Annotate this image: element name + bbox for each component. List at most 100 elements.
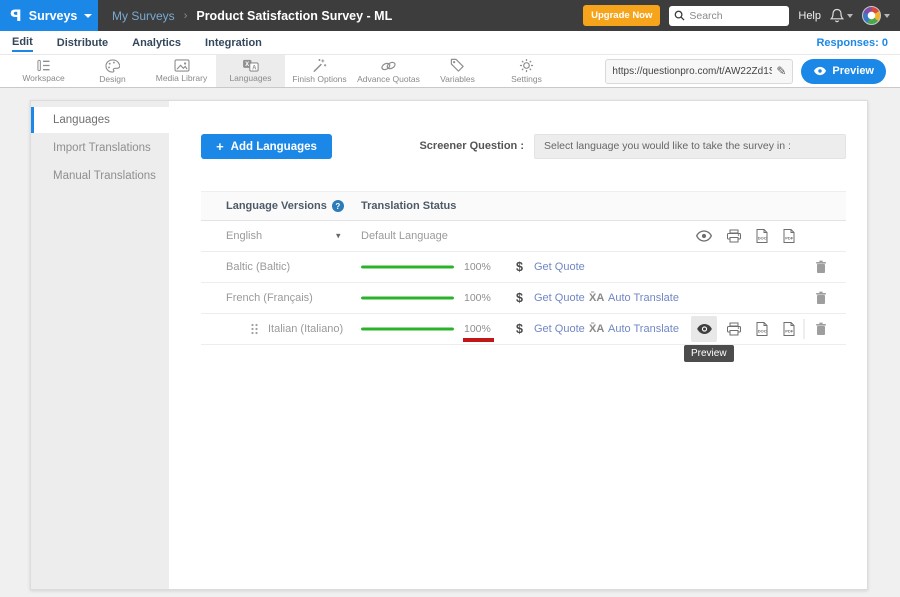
svg-text:PDF: PDF <box>785 329 794 334</box>
column-language-versions: Language Versions ? <box>226 200 344 212</box>
preview-language-button[interactable] <box>691 316 717 342</box>
delete-language-button[interactable] <box>815 291 827 305</box>
language-name: French (Français) <box>226 292 313 304</box>
eye-icon <box>696 230 713 242</box>
table-header: Language Versions ? Translation Status <box>201 191 846 221</box>
preview-language-button[interactable] <box>696 230 713 242</box>
doc-file-icon: DOC <box>755 229 769 244</box>
get-quote-link[interactable]: Get Quote <box>534 323 585 335</box>
survey-url-box[interactable]: https://questionpro.com/t/AW22Zd1S1 ✎ <box>605 59 793 84</box>
language-dropdown-caret-icon[interactable]: ▾ <box>336 231 341 242</box>
breadcrumb-my-surveys[interactable]: My Surveys <box>112 9 175 23</box>
search-input[interactable] <box>689 10 779 22</box>
export-pdf-button[interactable]: PDF <box>782 322 796 337</box>
trash-icon <box>815 322 827 336</box>
top-navbar: P Surveys My Surveys › Product Satisfact… <box>0 0 900 31</box>
tab-integration[interactable]: Integration <box>205 34 262 51</box>
toolbar-design[interactable]: Design <box>78 55 147 87</box>
language-versions-table: Language Versions ? Translation Status E… <box>201 191 846 345</box>
auto-translate-link[interactable]: Auto Translate <box>608 292 679 304</box>
translation-progress-value: 100% <box>464 292 491 304</box>
translation-progress-bar <box>361 266 454 269</box>
upgrade-now-button[interactable]: Upgrade Now <box>583 5 660 26</box>
language-name: Italian (Italiano) <box>268 323 343 335</box>
gear-icon <box>519 58 534 73</box>
preview-button[interactable]: Preview <box>801 59 886 84</box>
toolbar-label: Finish Options <box>292 74 346 84</box>
pdf-file-icon: PDF <box>782 229 796 244</box>
drag-handle[interactable] <box>251 324 258 335</box>
get-quote-link[interactable]: Get Quote <box>534 292 585 304</box>
auto-translate-link[interactable]: Auto Translate <box>608 323 679 335</box>
export-doc-button[interactable]: DOC <box>755 322 769 337</box>
magic-wand-icon <box>312 58 327 73</box>
avatar <box>862 6 881 25</box>
delete-language-button[interactable] <box>815 260 827 274</box>
toolbar-right: https://questionpro.com/t/AW22Zd1S1 ✎ Pr… <box>605 55 900 87</box>
responses-count[interactable]: Responses: 0 <box>816 37 888 49</box>
language-name: English <box>226 230 262 242</box>
add-languages-button[interactable]: + Add Languages <box>201 134 332 159</box>
trash-icon <box>815 291 827 305</box>
grip-dots-icon <box>251 324 258 335</box>
get-quote-link[interactable]: Get Quote <box>534 261 585 273</box>
svg-text:PDF: PDF <box>785 236 794 241</box>
product-switcher-menu[interactable]: P Surveys <box>0 0 98 31</box>
edit-url-icon[interactable]: ✎ <box>776 65 786 77</box>
toolbar-label: Media Library <box>156 73 208 83</box>
column-translation-status: Translation Status <box>361 200 456 212</box>
tab-analytics[interactable]: Analytics <box>132 34 181 51</box>
delete-language-button[interactable] <box>815 322 827 336</box>
dollar-icon[interactable]: $ <box>516 291 523 305</box>
column-label: Language Versions <box>226 200 327 212</box>
print-language-button[interactable] <box>727 322 742 336</box>
toolbar-workspace[interactable]: Workspace <box>9 55 78 87</box>
tag-icon <box>450 58 465 73</box>
dollar-icon[interactable]: $ <box>516 260 523 274</box>
sidebar-item-languages[interactable]: Languages <box>31 107 169 133</box>
help-link[interactable]: Help <box>798 10 821 22</box>
print-language-button[interactable] <box>727 229 742 243</box>
toolbar-variables[interactable]: Variables <box>423 55 492 87</box>
toolbar-finish-options[interactable]: Finish Options <box>285 55 354 87</box>
column-label: Translation Status <box>361 200 456 212</box>
toolbar-advance-quotas[interactable]: Advance Quotas <box>354 55 423 87</box>
table-row-english: English ▾ Default Language DOC PDF <box>201 221 846 252</box>
account-menu[interactable] <box>862 6 890 25</box>
search-box[interactable] <box>669 6 789 26</box>
table-row-italian: Italian (Italiano) 100% $ Get Quote X̄A … <box>201 314 846 345</box>
printer-icon <box>727 322 742 336</box>
toolbar-settings[interactable]: Settings <box>492 55 561 87</box>
sidebar-item-manual-translations[interactable]: Manual Translations <box>31 163 169 189</box>
export-pdf-button[interactable]: PDF <box>782 229 796 244</box>
edit-toolbar: Workspace Design Media Library X A Langu… <box>0 55 900 88</box>
toolbar-languages[interactable]: X A Languages <box>216 55 285 87</box>
translate-glyph-icon[interactable]: X̄A <box>589 323 604 335</box>
translation-progress-value: 100% <box>464 323 491 335</box>
chevron-down-icon <box>884 14 890 18</box>
help-icon[interactable]: ? <box>332 200 344 212</box>
translate-glyph-icon[interactable]: X̄A <box>589 292 604 304</box>
chevron-down-icon <box>84 14 92 18</box>
search-icon <box>674 10 685 21</box>
surveys-menu-label: Surveys <box>29 9 78 23</box>
tab-edit[interactable]: Edit <box>12 33 33 52</box>
toolbar-label: Languages <box>229 73 271 83</box>
toolbar-label: Settings <box>511 74 542 84</box>
languages-panel: Languages Import Translations Manual Tra… <box>30 100 868 590</box>
export-doc-button[interactable]: DOC <box>755 229 769 244</box>
screener-question-select[interactable]: Select language you would like to take t… <box>534 134 846 159</box>
languages-sidebar: Languages Import Translations Manual Tra… <box>31 101 169 589</box>
default-language-label: Default Language <box>361 230 448 242</box>
dollar-icon[interactable]: $ <box>516 322 523 336</box>
eye-icon <box>696 323 713 335</box>
tab-distribute[interactable]: Distribute <box>57 34 108 51</box>
workspace-icon <box>36 59 51 72</box>
preview-tooltip: Preview <box>684 345 734 362</box>
toolbar-media-library[interactable]: Media Library <box>147 55 216 87</box>
sidebar-item-import-translations[interactable]: Import Translations <box>31 135 169 161</box>
svg-text:A: A <box>252 65 257 71</box>
survey-tabs: Edit Distribute Analytics Integration Re… <box>0 31 900 55</box>
notifications-button[interactable] <box>830 8 853 23</box>
bell-icon <box>830 8 844 23</box>
